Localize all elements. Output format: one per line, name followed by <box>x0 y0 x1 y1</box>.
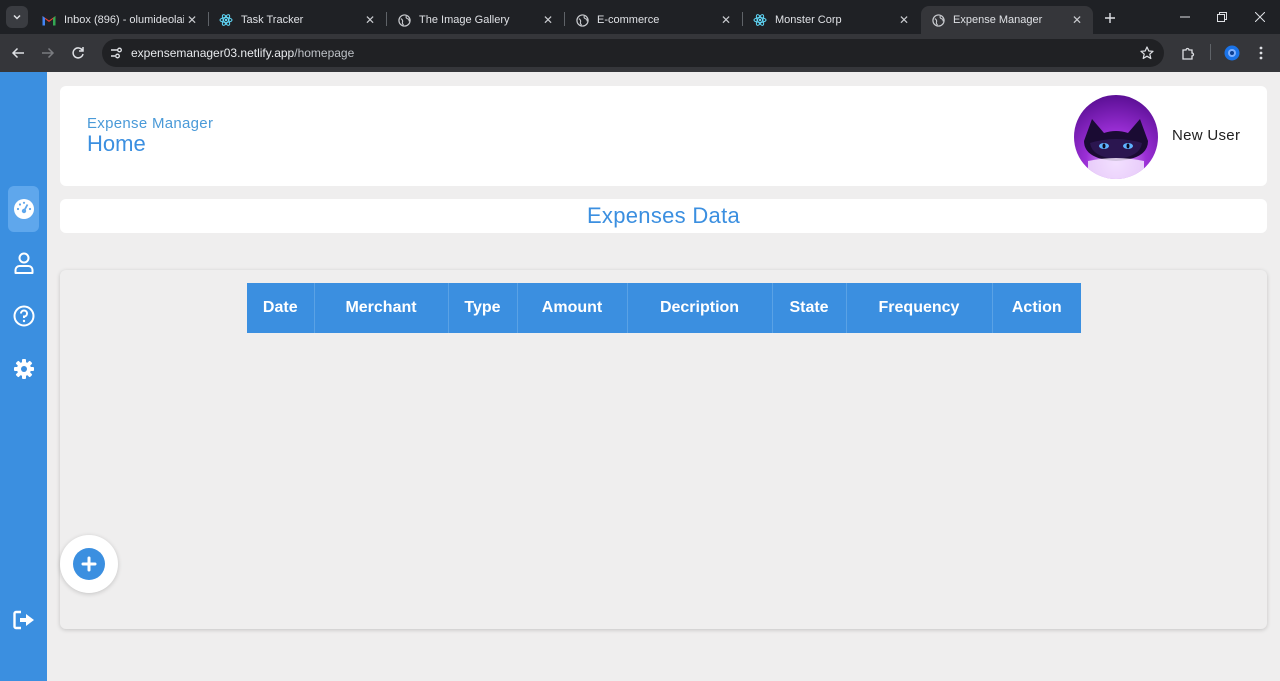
user-icon <box>14 252 33 274</box>
sidebar-item-settings[interactable] <box>8 346 39 392</box>
window-close-button[interactable] <box>1249 6 1271 28</box>
extensions-button[interactable] <box>1178 43 1198 63</box>
browser-tab-monster-corp[interactable]: Monster Corp ✕ <box>743 6 920 34</box>
close-icon[interactable]: ✕ <box>1069 12 1085 28</box>
close-icon[interactable]: ✕ <box>184 12 200 28</box>
plus-icon <box>81 556 97 572</box>
tab-search-button[interactable] <box>6 6 28 28</box>
add-button-circle <box>73 548 105 580</box>
page-title: Home <box>87 131 146 156</box>
browser-tab-task-tracker[interactable]: Task Tracker ✕ <box>209 6 386 34</box>
browser-tab-bar: Inbox (896) - olumideolaiy ✕ Task Tracke… <box>0 0 1280 34</box>
kebab-menu-icon <box>1259 46 1263 60</box>
expenses-table-card: Date Merchant Type Amount Decription Sta… <box>60 270 1267 629</box>
react-icon <box>219 13 233 27</box>
close-icon[interactable]: ✕ <box>718 12 734 28</box>
arrow-right-icon <box>42 47 55 59</box>
browser-tab-image-gallery[interactable]: The Image Gallery ✕ <box>387 6 564 34</box>
sidebar-item-dashboard[interactable] <box>8 186 39 232</box>
gear-icon <box>13 359 34 379</box>
logout-icon <box>12 610 34 630</box>
minimize-button[interactable] <box>1174 6 1196 28</box>
tab-title: E-commerce <box>597 14 660 26</box>
browser-tab-inbox[interactable]: Inbox (896) - olumideolaiy ✕ <box>32 6 208 34</box>
question-icon <box>13 305 34 327</box>
restore-button[interactable] <box>1211 6 1233 28</box>
puzzle-icon <box>1181 47 1194 60</box>
chevron-down-icon <box>13 14 21 20</box>
gauge-icon <box>13 199 34 219</box>
globe-icon <box>397 13 411 27</box>
column-header-date: Date <box>247 283 315 333</box>
column-header-frequency: Frequency <box>846 283 993 333</box>
cat-avatar-image <box>1074 95 1158 179</box>
column-header-description: Decription <box>627 283 773 333</box>
profile-button[interactable] <box>1222 43 1242 63</box>
app-subtitle: Expense Manager <box>87 115 214 132</box>
browser-tab-ecommerce[interactable]: E-commerce ✕ <box>565 6 742 34</box>
table-header-row: Date Merchant Type Amount Decription Sta… <box>247 283 1081 333</box>
column-header-amount: Amount <box>517 283 628 333</box>
url-domain: expensemanager03.netlify.app <box>131 46 295 60</box>
browser-toolbar: expensemanager03.netlify.app/homepage <box>0 34 1280 72</box>
arrow-left-icon <box>11 47 24 59</box>
sidebar-item-profile[interactable] <box>8 240 39 286</box>
browser-menu-button[interactable] <box>1251 43 1271 63</box>
tab-title: Expense Manager <box>953 14 1043 26</box>
column-header-merchant: Merchant <box>314 283 449 333</box>
react-icon <box>753 13 767 27</box>
expenses-table: Date Merchant Type Amount Decription Sta… <box>247 283 1081 333</box>
minimize-icon <box>1180 16 1190 18</box>
reload-icon <box>72 47 84 59</box>
close-icon <box>1255 12 1265 22</box>
column-header-state: State <box>772 283 847 333</box>
toolbar-divider <box>1210 44 1211 60</box>
tab-title: The Image Gallery <box>419 14 510 26</box>
column-header-type: Type <box>448 283 518 333</box>
restore-icon <box>1217 12 1227 22</box>
globe-icon <box>931 13 945 27</box>
site-info-icon[interactable] <box>108 45 124 61</box>
back-button[interactable] <box>7 42 29 64</box>
new-tab-button[interactable] <box>1100 8 1120 28</box>
tab-title: Inbox (896) - olumideolaiy <box>64 14 184 26</box>
add-expense-button[interactable] <box>60 535 118 593</box>
bookmark-star-icon[interactable] <box>1138 44 1156 62</box>
avatar[interactable] <box>1074 95 1158 179</box>
close-icon[interactable]: ✕ <box>540 12 556 28</box>
forward-button[interactable] <box>37 42 59 64</box>
tab-title: Task Tracker <box>241 14 304 26</box>
section-title-card: Expenses Data <box>60 199 1267 233</box>
tab-title: Monster Corp <box>775 14 842 26</box>
header-card: Expense Manager Home New User <box>60 86 1267 186</box>
url-text: expensemanager03.netlify.app/homepage <box>131 46 354 60</box>
column-header-action: Action <box>992 283 1081 333</box>
close-icon[interactable]: ✕ <box>362 12 378 28</box>
sidebar-item-logout[interactable] <box>8 597 39 643</box>
gmail-icon <box>42 13 56 27</box>
globe-icon <box>575 13 589 27</box>
app-sidebar <box>0 72 47 681</box>
browser-tab-expense-manager[interactable]: Expense Manager ✕ <box>921 6 1093 34</box>
url-path: /homepage <box>294 46 355 60</box>
profile-avatar-icon <box>1224 45 1240 61</box>
section-title: Expenses Data <box>586 203 741 228</box>
address-bar[interactable]: expensemanager03.netlify.app/homepage <box>102 39 1164 67</box>
plus-icon <box>1105 13 1115 23</box>
close-icon[interactable]: ✕ <box>896 12 912 28</box>
user-name: New User <box>1172 127 1241 144</box>
sidebar-item-help[interactable] <box>8 293 39 339</box>
reload-button[interactable] <box>67 42 89 64</box>
